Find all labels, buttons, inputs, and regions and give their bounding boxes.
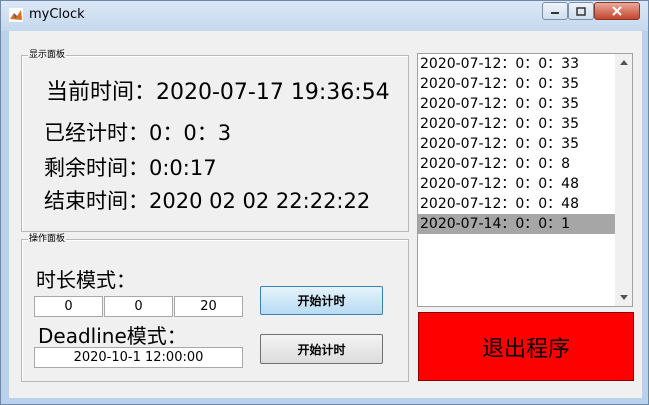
current-time-text: 当前时间：2020-07-17 19:36:54	[46, 80, 390, 105]
client-area: 显示面板 当前时间：2020-07-17 19:36:54 已经计时：0：0：3…	[9, 31, 642, 398]
minimize-button[interactable]	[542, 2, 568, 20]
close-button[interactable]	[594, 2, 640, 20]
minimize-icon	[551, 12, 559, 14]
duration-mode-label: 时长模式：	[36, 268, 136, 292]
seconds-input[interactable]: 20	[174, 296, 243, 317]
control-panel: 操作面板 时长模式： 0 0 20 Deadline模式： 2020-10-1 …	[21, 233, 409, 382]
list-item[interactable]: 2020-07-12：0：0：35	[418, 74, 632, 94]
app-window: myClock 显示面板 当前时间：2020-07-17 19:36:54 已经…	[0, 0, 649, 405]
list-item[interactable]: 2020-07-12：0：0：35	[418, 114, 632, 134]
end-time-text: 结束时间：2020 02 02 22:22:22	[44, 189, 371, 213]
deadline-input[interactable]: 2020-10-1 12:00:00	[34, 347, 243, 368]
title-bar[interactable]: myClock	[1, 1, 648, 31]
exit-button[interactable]: 退出程序	[418, 312, 634, 381]
vertical-scrollbar[interactable]	[615, 54, 632, 306]
list-item[interactable]: 2020-07-12：0：0：48	[418, 174, 632, 194]
list-item[interactable]: 2020-07-12：0：0：8	[418, 154, 632, 174]
history-list[interactable]: 2020-07-12：0：0：33 2020-07-12：0：0：35 2020…	[417, 53, 633, 307]
list-item[interactable]: 2020-07-12：0：0：33	[418, 54, 632, 74]
list-item[interactable]: 2020-07-12：0：0：35	[418, 94, 632, 114]
matlab-icon	[9, 8, 23, 22]
scroll-up-arrow[interactable]	[615, 54, 632, 71]
deadline-mode-label: Deadline模式：	[38, 324, 187, 348]
display-panel: 显示面板 当前时间：2020-07-17 19:36:54 已经计时：0：0：3…	[21, 49, 409, 232]
arrow-down-icon	[619, 295, 628, 300]
control-panel-title: 操作面板	[28, 233, 67, 245]
list-item-selected[interactable]: 2020-07-14：0：0：1	[418, 214, 617, 234]
arrow-up-icon	[619, 60, 628, 65]
close-icon	[612, 6, 622, 16]
maximize-icon	[576, 6, 586, 16]
window-title: myClock	[29, 7, 85, 22]
start-duration-button[interactable]: 开始计时	[260, 286, 383, 315]
elapsed-time-text: 已经计时：0：0：3	[44, 121, 232, 145]
list-item[interactable]: 2020-07-12：0：0：48	[418, 194, 632, 214]
minutes-input[interactable]: 0	[104, 296, 173, 317]
start-deadline-button[interactable]: 开始计时	[260, 334, 383, 364]
list-item[interactable]: 2020-07-12：0：0：35	[418, 134, 632, 154]
maximize-button[interactable]	[568, 2, 594, 20]
display-panel-title: 显示面板	[28, 49, 67, 61]
remaining-time-text: 剩余时间：0:0:17	[44, 156, 217, 180]
scroll-down-arrow[interactable]	[615, 289, 632, 306]
hours-input[interactable]: 0	[34, 296, 103, 317]
